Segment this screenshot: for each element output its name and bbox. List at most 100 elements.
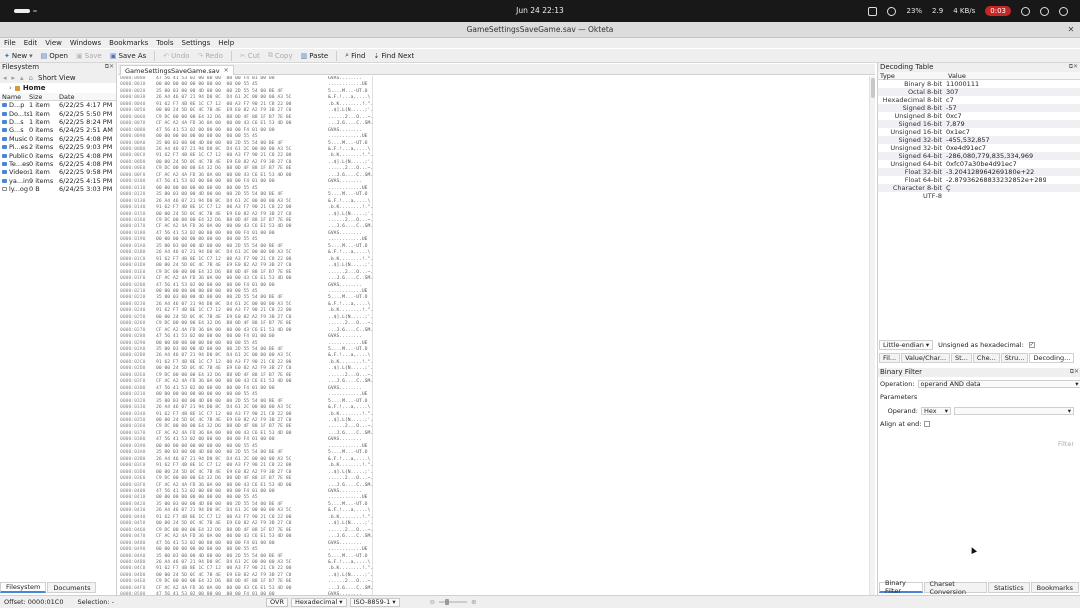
table-row[interactable]: Signed 32-bit -455,532,857: [878, 136, 1080, 144]
new-button[interactable]: ✦ New ▾: [4, 52, 33, 60]
panel-float-close-icon[interactable]: ⧉✕: [1069, 63, 1078, 71]
encoding-select[interactable]: Hexadecimal ▾: [291, 597, 347, 607]
operand-input[interactable]: ▾: [954, 407, 1074, 415]
column-value[interactable]: Value: [948, 72, 1048, 80]
tab-file-info[interactable]: Fil...: [879, 353, 901, 363]
table-row[interactable]: Octal 8-bit 307: [878, 88, 1080, 96]
tab-charset-conversion[interactable]: Charset Conversion: [923, 580, 987, 596]
list-item[interactable]: ly...og 0 B 6/24/25 3:03 PM: [0, 185, 116, 193]
save-as-button[interactable]: ▣ Save As: [110, 52, 146, 60]
align-checkbox[interactable]: [924, 421, 931, 427]
operation-select[interactable]: operand AND data ▾: [917, 380, 1080, 388]
back-arrow-icon[interactable]: ◂: [3, 74, 7, 82]
undo-button[interactable]: ↶ Undo: [163, 52, 189, 60]
home-icon[interactable]: ⌂: [29, 74, 33, 82]
find-next-button[interactable]: ⇣ Find Next: [373, 52, 414, 60]
recording-indicator[interactable]: 0:03: [985, 6, 1011, 16]
list-item[interactable]: Do...ts 1 item 6/22/25 5:50 PM: [0, 109, 116, 118]
endianness-select[interactable]: Little-endian ▾: [879, 340, 934, 350]
filter-button[interactable]: Filter: [1058, 440, 1074, 448]
hex-scrollbar[interactable]: [869, 76, 875, 595]
network-indicator[interactable]: 4 KB/s: [953, 7, 975, 15]
menu-bookmarks[interactable]: Bookmarks: [109, 39, 148, 47]
menu-view[interactable]: View: [45, 39, 62, 47]
menu-settings[interactable]: Settings: [182, 39, 211, 47]
document-tab[interactable]: GameSettingsSaveGame.sav ✕: [120, 65, 234, 75]
table-row[interactable]: Signed 64-bit -286,080,779,835,334,969: [878, 152, 1080, 160]
column-size[interactable]: Size: [29, 93, 59, 101]
tab-value-char[interactable]: Value/Char...: [901, 353, 951, 363]
menu-windows[interactable]: Windows: [70, 39, 101, 47]
close-tab-icon[interactable]: ✕: [224, 67, 229, 74]
short-view-button[interactable]: Short View: [38, 74, 76, 82]
zoom-in-icon[interactable]: ⊕: [471, 598, 476, 606]
menu-tools[interactable]: Tools: [156, 39, 173, 47]
table-row[interactable]: Float 32-bit -3.204128964269180e+22: [878, 168, 1080, 176]
copy-button[interactable]: ⧉ Copy: [268, 51, 293, 60]
menu-file[interactable]: File: [4, 39, 16, 47]
table-row[interactable]: Unsigned 16-bit 0x1ec7: [878, 128, 1080, 136]
scrollbar-thumb[interactable]: [871, 78, 875, 98]
tab-statistics[interactable]: Statistics: [987, 582, 1030, 593]
table-row[interactable]: Signed 8-bit -57: [878, 104, 1080, 112]
charset-select[interactable]: ISO-8859-1 ▾: [349, 597, 400, 607]
column-type[interactable]: Type: [880, 72, 948, 80]
overwrite-mode-toggle[interactable]: OVR: [266, 597, 288, 607]
table-row[interactable]: Float 64-bit -2.87936268833232852e+289: [878, 176, 1080, 184]
table-row[interactable]: Unsigned 64-bit 0xfc07a30be4d91ec7: [878, 160, 1080, 168]
keyboard-icon[interactable]: [868, 6, 878, 16]
list-item[interactable]: Music 0 items 6/22/25 4:08 PM: [0, 135, 116, 143]
close-window-button[interactable]: ✕: [1066, 25, 1076, 35]
table-row[interactable]: Character 8-bit Ç: [878, 184, 1080, 192]
tab-checksum[interactable]: Che...: [972, 353, 1000, 363]
tab-documents[interactable]: Documents: [47, 582, 97, 593]
table-row[interactable]: UTF-8: [878, 192, 1080, 200]
refresh-icon[interactable]: [887, 6, 897, 16]
power-icon[interactable]: [1059, 6, 1068, 16]
list-item[interactable]: Te...es 0 items 6/22/25 4:08 PM: [0, 160, 116, 168]
list-item[interactable]: G...s 0 items 6/24/25 2:51 AM: [0, 126, 116, 134]
table-row[interactable]: Binary 8-bit 11000111: [878, 80, 1080, 88]
list-item[interactable]: D...s 1 item 6/22/25 8:24 PM: [0, 118, 116, 126]
tab-binary-filter[interactable]: Binary Filter: [879, 579, 923, 595]
zoom-out-icon[interactable]: ⊖: [430, 598, 435, 606]
find-button[interactable]: ⌕ Find: [345, 51, 365, 60]
redo-button[interactable]: ↷ Redo: [197, 52, 222, 60]
zoom-slider[interactable]: [439, 599, 468, 605]
battery-indicator[interactable]: 23%: [906, 7, 922, 15]
cut-button[interactable]: ✂ Cut: [240, 52, 260, 60]
cpu-indicator[interactable]: 2.9: [932, 7, 943, 15]
menu-edit[interactable]: Edit: [24, 39, 38, 47]
list-item[interactable]: D...p 1 item 6/22/25 4:17 PM: [0, 101, 116, 109]
unsigned-hex-checkbox[interactable]: ✓: [1028, 342, 1035, 348]
table-row[interactable]: Unsigned 32-bit 0xe4d91ec7: [878, 144, 1080, 152]
open-button[interactable]: ▤ Open: [41, 52, 68, 60]
panel-float-close-icon[interactable]: ⧉✕: [105, 63, 114, 71]
table-row[interactable]: Signed 16-bit 7,879: [878, 120, 1080, 128]
column-name[interactable]: Name: [2, 93, 29, 101]
save-button[interactable]: ▣ Save: [76, 52, 102, 60]
panel-float-close-icon[interactable]: ⧉✕: [1070, 368, 1079, 376]
table-row[interactable]: Hexadecimal 8-bit c7: [878, 96, 1080, 104]
tab-structures[interactable]: Stru...: [1000, 353, 1029, 363]
forward-arrow-icon[interactable]: ▸: [12, 74, 16, 82]
tab-bookmarks[interactable]: Bookmarks: [1030, 582, 1079, 593]
column-date[interactable]: Date: [59, 93, 119, 101]
tab-filesystem[interactable]: Filesystem: [0, 582, 47, 593]
volume-icon[interactable]: [1040, 6, 1049, 16]
tab-decoding[interactable]: Decoding...: [1029, 353, 1075, 363]
list-item[interactable]: Public 0 items 6/22/25 4:08 PM: [0, 151, 116, 160]
list-item[interactable]: Videos 1 item 6/22/25 9:58 PM: [0, 168, 116, 176]
paste-button[interactable]: ▥ Paste: [301, 52, 329, 60]
hex-view[interactable]: 0000:0000 47 56 41 53 02 00 00 00 00 00 F…: [118, 76, 875, 595]
list-item[interactable]: ya...in 9 items 6/22/25 4:15 PM: [0, 177, 116, 185]
tab-structures-short[interactable]: St...: [951, 353, 972, 363]
menu-help[interactable]: Help: [218, 39, 234, 47]
table-row[interactable]: Unsigned 8-bit 0xc7: [878, 112, 1080, 120]
operand-format-select[interactable]: Hex ▾: [921, 407, 951, 415]
home-location[interactable]: › Home: [0, 83, 116, 93]
list-item[interactable]: Pi...es 2 items 6/22/25 9:03 PM: [0, 143, 116, 151]
network-icon[interactable]: [1021, 6, 1030, 16]
up-arrow-icon[interactable]: ▴: [20, 74, 24, 82]
zoom-slider-handle[interactable]: [445, 599, 450, 605]
